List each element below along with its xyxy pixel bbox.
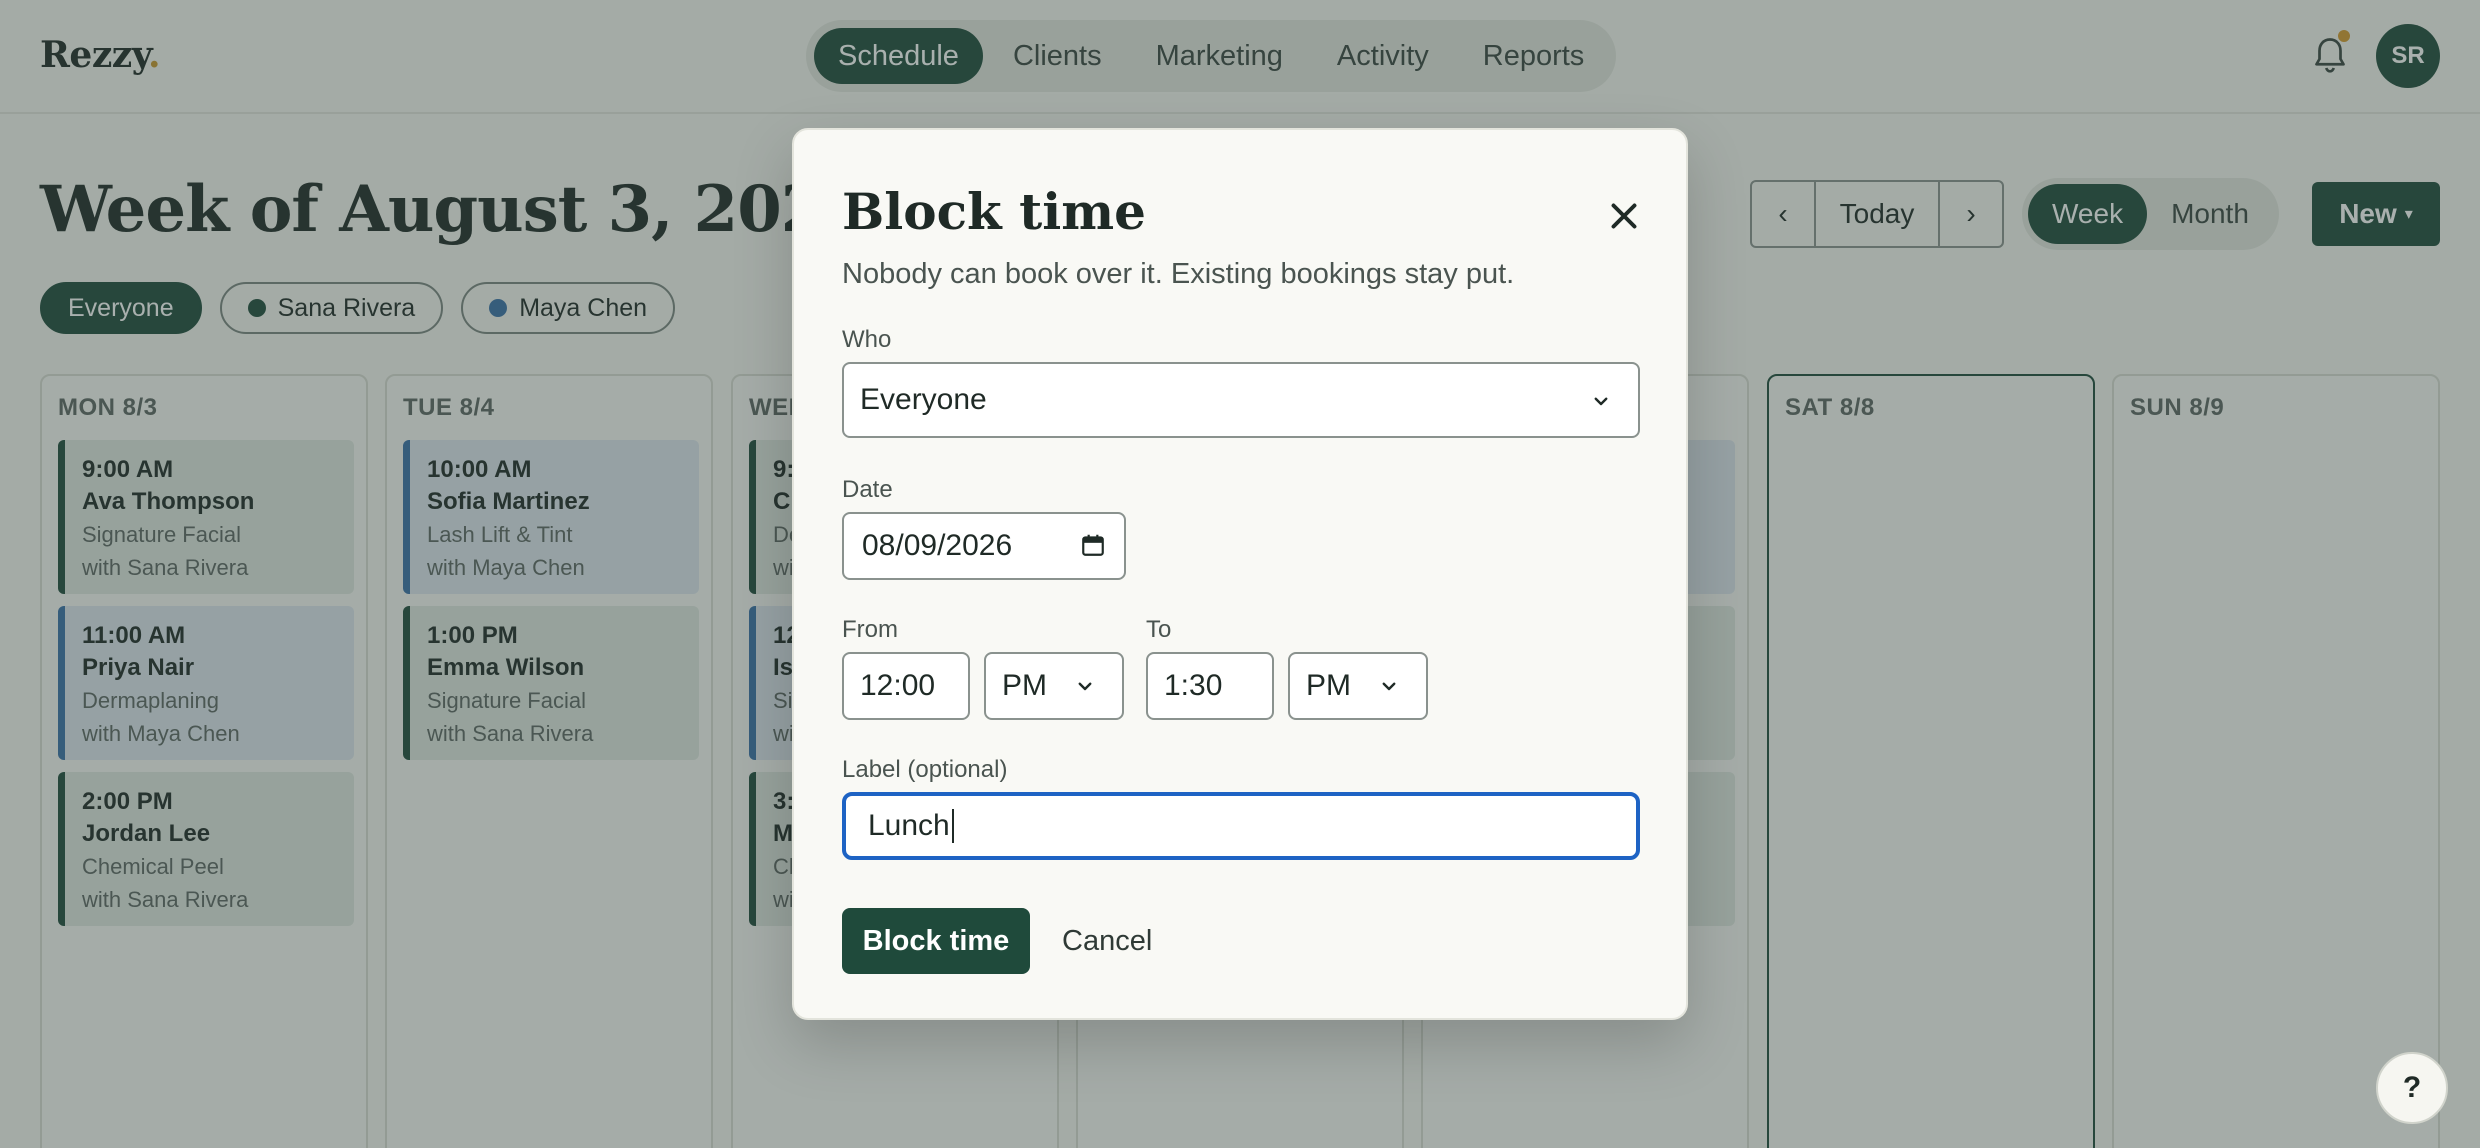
dialog-subtitle: Nobody can book over it. Existing bookin…	[842, 258, 1515, 290]
chevron-down-icon	[1594, 397, 1608, 406]
to-period-value: PM	[1306, 669, 1351, 702]
from-time-value: 12:00	[860, 669, 936, 702]
from-period-value: PM	[1002, 669, 1047, 702]
close-icon[interactable]	[1606, 198, 1642, 234]
text-cursor	[951, 809, 954, 843]
chevron-down-icon	[1382, 682, 1396, 691]
calendar-icon[interactable]	[1080, 532, 1106, 558]
from-time-input[interactable]: 12:00	[842, 652, 970, 720]
cancel-button[interactable]: Cancel	[1062, 908, 1152, 974]
chevron-down-icon	[1078, 682, 1092, 691]
to-label: To	[1146, 616, 1172, 643]
date-input[interactable]: 08/09/2026	[842, 512, 1126, 580]
date-input-value: 08/09/2026	[862, 529, 1013, 562]
label-input-value: Lunch	[868, 809, 950, 842]
from-label: From	[842, 616, 898, 643]
label-input[interactable]: Lunch	[842, 792, 1640, 860]
date-label: Date	[842, 476, 893, 503]
from-period-select[interactable]: PM	[984, 652, 1124, 720]
to-period-select[interactable]: PM	[1288, 652, 1428, 720]
to-time-input[interactable]: 1:30	[1146, 652, 1274, 720]
who-select-value: Everyone	[860, 383, 987, 416]
who-label: Who	[842, 326, 892, 353]
who-select[interactable]: Everyone	[842, 362, 1640, 438]
label-field-label: Label (optional)	[842, 756, 1008, 783]
help-button[interactable]: ?	[2376, 1052, 2448, 1124]
block-time-dialog: Block time Nobody can book over it. Exis…	[792, 128, 1688, 1020]
to-time-value: 1:30	[1164, 669, 1223, 702]
block-time-button[interactable]: Block time	[842, 908, 1030, 974]
dialog-title: Block time	[842, 182, 1146, 241]
